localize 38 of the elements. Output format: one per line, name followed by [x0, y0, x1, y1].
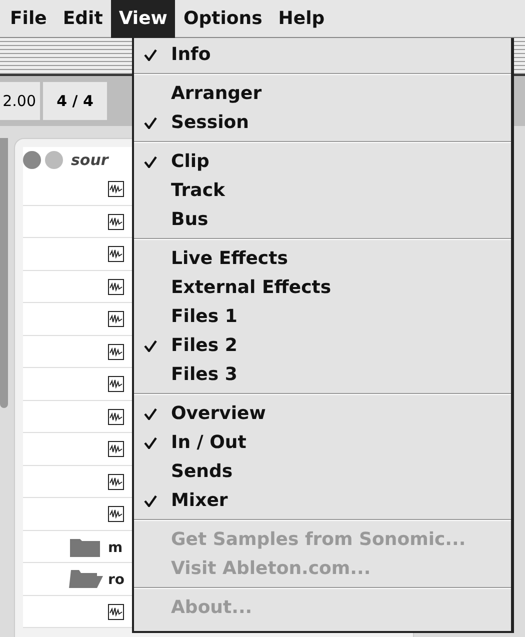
menu-item[interactable]: In / Out: [134, 428, 511, 457]
audio-file-icon: [108, 604, 124, 620]
audio-file-icon: [108, 506, 124, 522]
menu-item[interactable]: Track: [134, 176, 511, 205]
menu-title[interactable]: View: [110, 0, 176, 38]
menu-item[interactable]: External Effects: [134, 273, 511, 302]
audio-file-icon: [108, 278, 124, 294]
menu-item[interactable]: Bus: [134, 205, 511, 234]
menu-item[interactable]: Session: [134, 108, 511, 137]
menu-item[interactable]: Mixer: [134, 486, 511, 515]
menu-item[interactable]: Sends: [134, 457, 511, 486]
folder-path: sour: [71, 150, 108, 171]
menu-item[interactable]: Files 2: [134, 331, 511, 360]
menu-item[interactable]: Clip: [134, 147, 511, 176]
menu-title[interactable]: Help: [270, 0, 333, 38]
menu-item[interactable]: Info: [134, 40, 511, 69]
audio-file-icon: [108, 441, 124, 457]
scrollbar[interactable]: [0, 138, 8, 408]
audio-file-icon: [108, 181, 124, 197]
tempo-field[interactable]: 2.00: [0, 82, 40, 120]
audio-file-icon: [108, 376, 124, 392]
audio-file-icon: [108, 214, 124, 230]
audio-file-icon: [108, 344, 124, 360]
time-signature-field[interactable]: 4 / 4: [43, 82, 107, 120]
audio-file-icon: [108, 408, 124, 424]
menu-item[interactable]: Arranger: [134, 79, 511, 108]
menu-title[interactable]: Options: [175, 0, 270, 38]
menu-item[interactable]: Live Effects: [134, 244, 511, 273]
folder-name[interactable]: m: [108, 538, 123, 558]
menu-title[interactable]: File: [2, 0, 55, 38]
menu-item[interactable]: Files 1: [134, 302, 511, 331]
audio-file-icon: [108, 246, 124, 262]
audio-file-icon: [108, 474, 124, 490]
menu-item[interactable]: Overview: [134, 399, 511, 428]
menu-item[interactable]: Files 3: [134, 360, 511, 389]
folder-name[interactable]: ro: [108, 570, 125, 591]
audio-file-icon: [108, 311, 124, 327]
menu-title[interactable]: Edit: [54, 0, 111, 38]
